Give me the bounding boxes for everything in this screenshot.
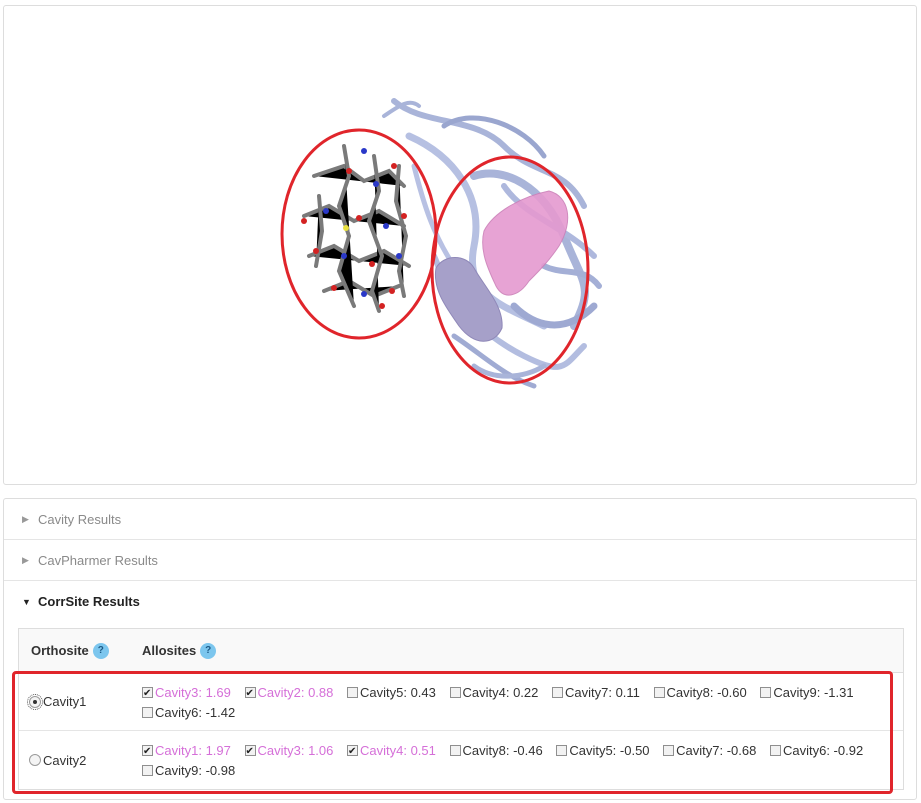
allosite-checkbox[interactable] [244, 742, 256, 762]
corrsite-table: Orthosite ? Allosites ? Cavity1 Cavity3: … [18, 628, 904, 790]
accordion-cavity-results[interactable]: ▶ Cavity Results [4, 499, 916, 540]
allosite-option[interactable]: Cavity5: 0.43 [347, 683, 436, 703]
allosite-checkbox[interactable] [142, 765, 153, 776]
allosite-label: Cavity9: -1.31 [773, 685, 854, 700]
allosites-cell: Cavity1: 1.97 Cavity3: 1.06 Cavity4: 0.5… [130, 731, 903, 789]
caret-down-icon: ▼ [22, 596, 31, 607]
allosite-checkbox[interactable] [142, 707, 153, 718]
allosite-checkbox[interactable] [142, 684, 153, 704]
allosite-checkbox[interactable] [449, 745, 461, 756]
accordion-cavpharmer-results[interactable]: ▶ CavPharmer Results [4, 540, 916, 581]
caret-right-icon: ▶ [22, 513, 29, 524]
allosite-option[interactable]: Cavity2: 0.88 [244, 683, 334, 704]
orthosite-cell: Cavity1 [19, 673, 130, 730]
accordion-title: CavPharmer Results [38, 552, 158, 568]
accordion-corrsite-results[interactable]: ▼ CorrSite Results [4, 581, 916, 622]
allosite-checkbox[interactable] [653, 687, 665, 698]
allosite-option[interactable]: Cavity3: 1.69 [142, 683, 231, 704]
allosite-checkbox[interactable] [552, 687, 563, 698]
header-label: Orthosite [31, 643, 89, 658]
allosite-checkbox[interactable] [663, 745, 675, 756]
allosite-label: Cavity5: 0.43 [360, 685, 436, 700]
allosite-option[interactable]: Cavity3: 1.06 [244, 741, 334, 762]
table-row: Cavity1 Cavity3: 1.69 Cavity2: 0.88 Cavit… [19, 673, 903, 731]
orthosite-label[interactable]: Cavity1 [43, 694, 86, 709]
orthosite-radio[interactable] [27, 693, 43, 710]
cavity-surface-pink [482, 190, 569, 296]
header-orthosite: Orthosite ? [19, 642, 130, 659]
table-header: Orthosite ? Allosites ? [19, 629, 903, 673]
results-accordion: ▶ Cavity Results ▶ CavPharmer Results ▼ … [3, 498, 917, 800]
help-icon[interactable]: ? [200, 642, 217, 659]
allosite-option[interactable]: Cavity8: -0.46 [449, 741, 543, 761]
allosite-checkbox[interactable] [347, 742, 358, 762]
allosite-label: Cavity6: -0.92 [782, 743, 864, 758]
ligand-sticks [302, 144, 411, 313]
allosite-checkbox[interactable] [347, 687, 358, 698]
allosite-option[interactable]: Cavity4: 0.51 [347, 741, 436, 762]
table-rows: Cavity1 Cavity3: 1.69 Cavity2: 0.88 Cavit… [19, 673, 903, 789]
allosite-label: Cavity6: -1.42 [155, 705, 236, 720]
allosite-option[interactable]: Cavity1: 1.97 [142, 741, 231, 762]
caret-right-icon: ▶ [22, 554, 29, 565]
orthosite-label[interactable]: Cavity2 [43, 753, 86, 768]
allosite-label: Cavity5: -0.50 [569, 743, 650, 758]
allosite-checkbox[interactable] [769, 745, 781, 756]
accordion-title: Cavity Results [38, 511, 122, 527]
allosite-option[interactable]: Cavity4: 0.22 [449, 683, 539, 703]
allosite-label: Cavity1: 1.97 [155, 743, 231, 758]
orthosite-cell: Cavity2 [19, 731, 130, 789]
allosite-option[interactable]: Cavity6: -0.92 [769, 741, 864, 761]
allosite-checkbox[interactable] [556, 745, 568, 756]
allosite-label: Cavity8: -0.46 [462, 743, 543, 758]
allosite-label: Cavity2: 0.88 [257, 685, 334, 700]
molecule-viewer[interactable] [3, 5, 917, 485]
allosites-cell: Cavity3: 1.69 Cavity2: 0.88 Cavity5: 0.4… [130, 673, 903, 730]
allosite-label: Cavity7: -0.68 [676, 743, 757, 758]
allosite-option[interactable]: Cavity9: -1.31 [760, 683, 854, 703]
allosite-option[interactable]: Cavity6: -1.42 [142, 703, 235, 723]
allosite-option[interactable]: Cavity7: 0.11 [552, 683, 640, 703]
molecule-render [280, 98, 602, 389]
header-label: Allosites [142, 643, 197, 658]
corrsite-body: Orthosite ? Allosites ? Cavity1 Cavity3: … [4, 622, 916, 790]
allosite-option[interactable]: Cavity7: -0.68 [663, 741, 756, 761]
help-icon[interactable]: ? [92, 642, 109, 659]
allosite-label: Cavity3: 1.06 [257, 743, 334, 758]
allosite-label: Cavity3: 1.69 [155, 685, 231, 700]
orthosite-highlight-ellipse [280, 128, 438, 340]
allosite-label: Cavity8: -0.60 [666, 685, 747, 700]
allosite-checkbox[interactable] [449, 687, 461, 698]
accordion-title: CorrSite Results [38, 594, 140, 609]
allosite-option[interactable]: Cavity8: -0.60 [653, 683, 747, 703]
allosite-checkbox[interactable] [142, 742, 153, 762]
allosite-checkbox[interactable] [244, 684, 256, 704]
allosite-option[interactable]: Cavity9: -0.98 [142, 761, 235, 781]
allosite-label: Cavity4: 0.22 [462, 685, 539, 700]
allosite-label: Cavity4: 0.51 [360, 743, 436, 758]
header-allosites: Allosites ? [130, 642, 903, 659]
allosite-label: Cavity9: -0.98 [155, 763, 236, 778]
table-row: Cavity2 Cavity1: 1.97 Cavity3: 1.06 Cavit… [19, 731, 903, 789]
allosite-label: Cavity7: 0.11 [565, 685, 640, 700]
allosite-option[interactable]: Cavity5: -0.50 [556, 741, 650, 761]
allosite-checkbox[interactable] [760, 687, 772, 698]
orthosite-radio[interactable] [29, 754, 41, 766]
